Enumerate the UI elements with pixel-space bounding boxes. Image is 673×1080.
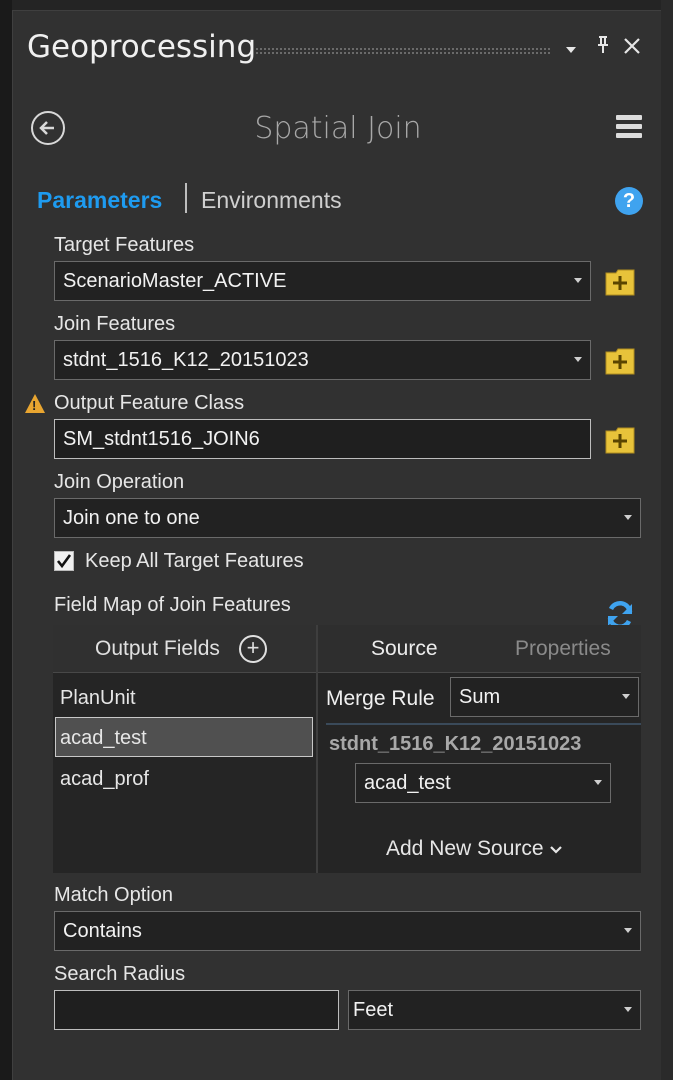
- chevron-down-icon: [622, 694, 630, 699]
- app-frame-left: [0, 0, 12, 1080]
- hamburger-icon[interactable]: [616, 115, 642, 141]
- target-features-value: ScenarioMaster_ACTIVE: [63, 270, 287, 292]
- chevron-down-icon: [624, 928, 632, 933]
- keep-all-label: Keep All Target Features: [85, 550, 304, 572]
- warning-mark: !: [32, 398, 37, 413]
- search-radius-unit-value: Feet: [353, 999, 394, 1021]
- search-radius-label: Search Radius: [54, 963, 186, 985]
- field-list-item[interactable]: acad_test: [60, 727, 147, 750]
- chevron-down-icon: [594, 780, 602, 785]
- source-dataset-name: stdnt_1516_K12_20151023: [329, 733, 582, 755]
- field-map-label: Field Map of Join Features: [54, 594, 291, 616]
- tool-title: Spatial Join: [254, 111, 422, 146]
- output-feature-class-input[interactable]: SM_stdnt1516_JOIN6: [54, 419, 591, 459]
- join-operation-label: Join Operation: [54, 471, 185, 493]
- geoprocessing-pane: Geoprocessing Spatial Join Parameters En…: [12, 10, 661, 1080]
- tab-parameters[interactable]: Parameters: [37, 187, 162, 214]
- match-option-label: Match Option: [54, 884, 173, 906]
- merge-rule-combo[interactable]: Sum: [450, 677, 639, 717]
- join-features-combo[interactable]: stdnt_1516_K12_20151023: [54, 340, 591, 380]
- source-field-combo[interactable]: acad_test: [355, 763, 611, 803]
- tab-environments[interactable]: Environments: [201, 187, 342, 214]
- join-features-label: Join Features: [54, 313, 176, 335]
- match-option-value: Contains: [63, 920, 142, 942]
- target-features-combo[interactable]: ScenarioMaster_ACTIVE: [54, 261, 591, 301]
- search-radius-unit-combo[interactable]: Feet: [348, 990, 641, 1030]
- target-features-label: Target Features: [54, 234, 195, 256]
- search-radius-input[interactable]: [54, 990, 339, 1030]
- pin-icon[interactable]: [595, 35, 611, 61]
- chevron-down-icon: [574, 357, 582, 362]
- tab-properties[interactable]: Properties: [515, 637, 611, 661]
- add-field-icon[interactable]: +: [239, 635, 267, 663]
- source-field-value: acad_test: [364, 772, 451, 794]
- chevron-down-icon: [624, 515, 632, 520]
- close-icon[interactable]: [623, 35, 641, 61]
- browse-folder-icon[interactable]: [604, 346, 636, 376]
- match-option-combo[interactable]: Contains: [54, 911, 641, 951]
- add-new-source-label: Add New Source: [386, 837, 544, 860]
- back-arrow-icon[interactable]: [31, 111, 65, 145]
- source-section-divider: [326, 723, 641, 725]
- field-list-item[interactable]: acad_prof: [60, 768, 149, 791]
- merge-rule-label: Merge Rule: [326, 687, 435, 710]
- tab-source[interactable]: Source: [371, 637, 438, 661]
- drag-handle[interactable]: [255, 47, 551, 55]
- chevron-down-icon: [574, 278, 582, 283]
- join-operation-combo[interactable]: Join one to one: [54, 498, 641, 538]
- field-map-divider: [316, 625, 318, 873]
- app-frame-right: [661, 0, 673, 1080]
- chevron-down-icon: [550, 846, 563, 854]
- pane-title: Geoprocessing: [27, 29, 257, 65]
- join-operation-value: Join one to one: [63, 507, 200, 529]
- merge-rule-value: Sum: [459, 686, 501, 708]
- add-new-source-button[interactable]: Add New Source: [386, 837, 563, 861]
- field-list-item[interactable]: PlanUnit: [60, 687, 136, 710]
- join-features-value: stdnt_1516_K12_20151023: [63, 349, 309, 371]
- help-icon[interactable]: ?: [615, 187, 643, 215]
- chevron-down-icon: [624, 1007, 632, 1012]
- output-fields-label: Output Fields: [95, 637, 220, 660]
- browse-folder-icon[interactable]: [604, 425, 636, 455]
- chevron-down-icon[interactable]: [563, 37, 579, 63]
- output-feature-class-label: Output Feature Class: [54, 392, 245, 414]
- checkmark-icon: [56, 554, 72, 569]
- browse-folder-icon[interactable]: [604, 267, 636, 297]
- keep-all-checkbox[interactable]: [54, 551, 74, 571]
- tab-separator: [185, 183, 187, 213]
